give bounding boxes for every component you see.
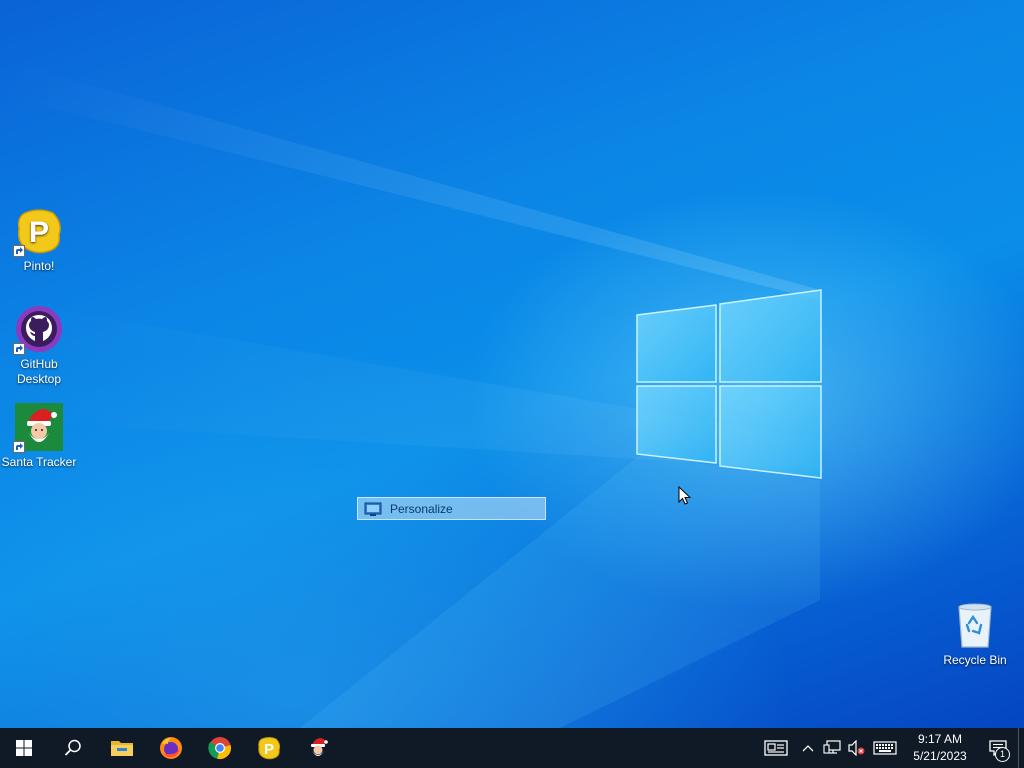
volume-button[interactable] [844,728,868,768]
file-explorer-icon [110,741,133,756]
network-icon [823,740,841,754]
start-button[interactable] [0,728,48,768]
network-button[interactable] [820,728,844,768]
keyboard-icon [873,741,897,755]
wallpaper-light-beams [0,60,820,728]
desktop-icon-label: Recycle Bin [943,653,1007,667]
recycle-bin-icon [958,603,992,648]
chrome-icon [207,737,231,759]
search-button[interactable] [48,728,97,768]
clock-date: 5/21/2023 [913,749,967,763]
taskbar-santa-tracker[interactable] [293,728,342,768]
desktop-icon-label: Pinto! [23,259,55,273]
taskbar: P 9:17 AM 5/21/2023 1 [0,728,1024,768]
news-and-interests-button[interactable] [756,728,796,768]
taskbar-chrome[interactable] [195,728,244,768]
personalize-drag-ghost: Personalize [357,497,546,520]
desktop-icon-label: Santa Tracker [1,455,77,469]
taskbar-file-explorer[interactable] [97,728,146,768]
shortcut-arrow-icon [13,441,25,453]
pinto-icon: P [257,737,280,760]
volume-muted-icon [848,740,865,756]
show-desktop-button[interactable] [1018,728,1024,768]
mouse-cursor-icon [678,486,692,505]
touch-keyboard-button[interactable] [868,728,902,768]
notification-count-badge: 1 [995,747,1010,762]
taskbar-firefox[interactable] [146,728,195,768]
svg-text:P: P [263,741,273,758]
personalize-label: Personalize [390,501,453,516]
windows-logo-wallpaper [636,289,822,479]
desktop-icon-recycle-bin[interactable]: Recycle Bin [937,601,1013,668]
desktop-icon-santa-tracker[interactable]: Santa Tracker [1,403,77,470]
desktop-icon-label: GitHub Desktop [16,357,62,386]
chevron-up-icon [802,745,814,752]
taskbar-clock[interactable]: 9:17 AM 5/21/2023 [902,731,978,765]
desktop-icon-pinto[interactable]: P Pinto! [1,207,77,274]
shortcut-arrow-icon [13,343,25,355]
news-icon [764,740,788,756]
search-icon [64,739,81,756]
firefox-icon [159,737,182,759]
shortcut-arrow-icon [13,245,25,257]
santa-tracker-icon [310,738,328,756]
svg-text:P: P [29,216,49,249]
clock-time: 9:17 AM [917,732,963,746]
personalize-icon [364,502,382,516]
windows-start-icon [16,740,32,756]
desktop[interactable]: P Pinto! GitHub Desktop Santa Tracker Re… [0,0,1024,728]
system-tray: 9:17 AM 5/21/2023 1 [756,728,1024,768]
show-hidden-icons-button[interactable] [796,728,820,768]
action-center-button[interactable]: 1 [978,728,1018,768]
taskbar-pinto[interactable]: P [244,728,293,768]
desktop-icon-github-desktop[interactable]: GitHub Desktop [1,305,77,387]
